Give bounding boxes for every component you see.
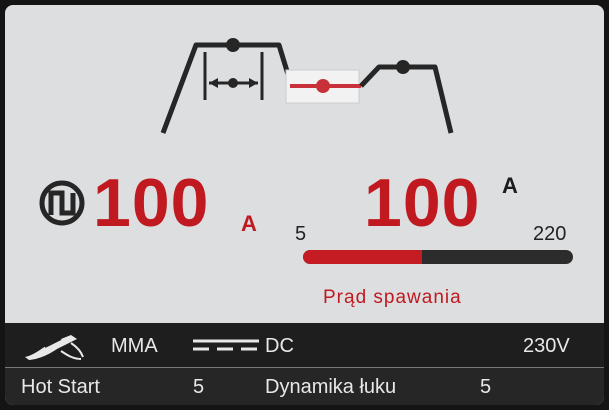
welding-current-segment[interactable] — [285, 69, 361, 104]
arc-force-value[interactable]: 5 — [480, 376, 491, 399]
status-bar: MMA DC 230V — [5, 323, 604, 367]
mode-label: MMA — [111, 335, 158, 357]
dc-symbol-icon — [193, 339, 259, 351]
current-level-fill — [303, 250, 422, 264]
hot-start-value[interactable]: 5 — [193, 376, 204, 399]
arc-force-segment[interactable] — [359, 60, 454, 134]
hot-start-label: Hot Start — [21, 376, 100, 398]
current-level-bar[interactable] — [303, 250, 573, 264]
hot-start-segment[interactable] — [160, 38, 293, 134]
preset-current-value: 100 — [93, 165, 210, 241]
arc-force-label: Dynamika łuku — [265, 376, 397, 398]
info-bar: Hot Start 5 Dynamika łuku 5 — [5, 368, 604, 405]
current-type-label: DC — [265, 335, 294, 357]
parameter-name: Prąd spawania — [323, 287, 462, 308]
voltage-label: 230V — [523, 335, 570, 357]
preset-current-unit: A — [241, 211, 257, 236]
welder-display: 100 A 100 A 5 220 Prąd spawania MMA DC 2… — [5, 5, 604, 405]
electrode-holder-icon — [25, 335, 84, 360]
welding-current-unit: A — [502, 173, 518, 198]
range-max-label: 220 — [533, 223, 567, 245]
range-min-label: 5 — [295, 223, 307, 245]
pulse-circle-icon — [39, 180, 85, 226]
welding-current-value: 100 — [364, 165, 481, 241]
